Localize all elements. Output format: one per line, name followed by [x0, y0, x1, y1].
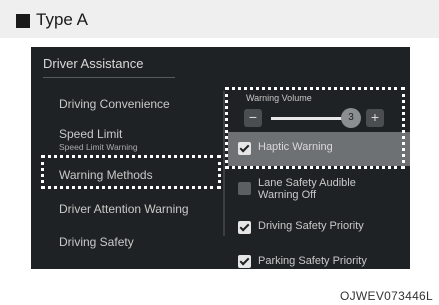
menu-item-label: Driving Convenience: [59, 97, 170, 111]
lane-safety-audible-checkbox[interactable]: [238, 182, 251, 195]
menu-item-label: Driver Attention Warning: [59, 202, 189, 216]
menu-item-label: Speed Limit: [59, 127, 123, 141]
lane-safety-audible-label: Lane Safety Audible Warning Off: [258, 177, 356, 201]
parking-safety-priority-label: Parking Safety Priority: [258, 255, 367, 267]
highlight-box-volume-haptic: [225, 87, 405, 169]
type-marker-icon: [16, 14, 30, 28]
menu-item-sublabel: Speed Limit Warning: [59, 142, 138, 152]
figure-code: OJWEV073446L: [340, 289, 433, 303]
type-label: Type A: [36, 10, 88, 29]
screen-title: Driver Assistance: [43, 56, 144, 71]
parking-safety-priority-checkbox[interactable]: [238, 255, 251, 268]
title-underline: [43, 77, 175, 78]
menu-item-driving-convenience[interactable]: Driving Convenience: [59, 97, 170, 111]
menu-item-speed-limit[interactable]: Speed Limit Speed Limit Warning: [59, 127, 138, 152]
highlight-box-warning-methods: [41, 155, 221, 189]
menu-item-driver-attention-warning[interactable]: Driver Attention Warning: [59, 202, 189, 216]
menu-item-driving-safety[interactable]: Driving Safety: [59, 235, 134, 249]
menu-item-label: Driving Safety: [59, 235, 134, 249]
driving-safety-priority-checkbox[interactable]: [238, 221, 251, 234]
driving-safety-priority-label: Driving Safety Priority: [258, 220, 364, 232]
type-header: Type A: [0, 0, 439, 38]
infotainment-screen: Driver Assistance Driving Convenience Sp…: [31, 47, 410, 269]
